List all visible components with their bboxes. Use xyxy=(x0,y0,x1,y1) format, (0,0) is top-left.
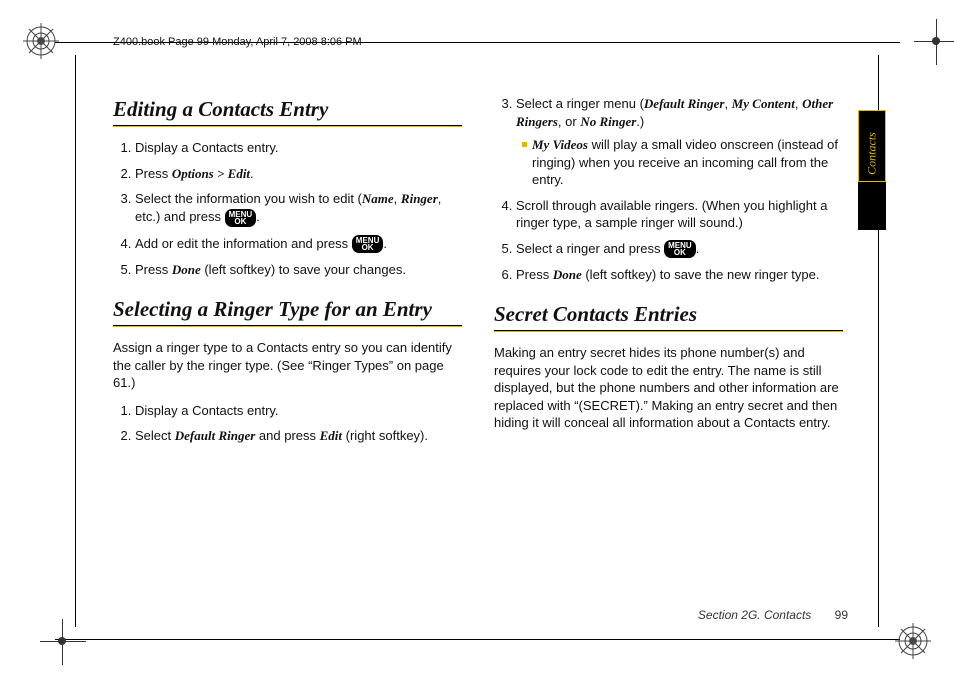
step: Add or edit the information and press ME… xyxy=(135,235,462,254)
intro-ringer: Assign a ringer type to a Contacts entry… xyxy=(113,339,462,392)
page-footer: Section 2G. Contacts 99 xyxy=(698,608,848,622)
footer-page-number: 99 xyxy=(835,608,848,622)
page-body: Editing a Contacts Entry Display a Conta… xyxy=(113,95,843,595)
step: Select a ringer menu (Default Ringer, My… xyxy=(516,95,843,189)
footer-section: Section 2G. Contacts xyxy=(698,608,811,622)
left-column: Editing a Contacts Entry Display a Conta… xyxy=(113,95,462,595)
menu-ok-key-icon: MENU OK xyxy=(664,240,696,258)
menu-ok-key-icon: MENU OK xyxy=(352,235,384,253)
rule xyxy=(113,325,462,327)
heading-secret-contacts: Secret Contacts Entries xyxy=(494,300,843,328)
menu-ok-key-icon: MENU OK xyxy=(225,209,257,227)
step: Select Default Ringer and press Edit (ri… xyxy=(135,427,462,445)
steps-ringer-a: Display a Contacts entry. Select Default… xyxy=(113,402,462,445)
step: Select a ringer and press MENU OK. xyxy=(516,240,843,259)
step: Press Done (left softkey) to save your c… xyxy=(135,261,462,279)
step: Select the information you wish to edit … xyxy=(135,190,462,226)
right-column: Select a ringer menu (Default Ringer, My… xyxy=(494,95,843,595)
steps-ringer-b: Select a ringer menu (Default Ringer, My… xyxy=(494,95,843,284)
section-tab-label: Contacts xyxy=(865,132,880,175)
step: Press Done (left softkey) to save the ne… xyxy=(516,266,843,284)
rule xyxy=(113,125,462,127)
step: Display a Contacts entry. xyxy=(135,139,462,157)
section-tab: Contacts xyxy=(858,110,886,230)
step: Scroll through available ringers. (When … xyxy=(516,197,843,232)
heading-editing-contacts: Editing a Contacts Entry xyxy=(113,95,462,123)
rule xyxy=(494,330,843,332)
frame-header: Z400.book Page 99 Monday, April 7, 2008 … xyxy=(113,36,362,48)
sub-bullet: My Videos will play a small video onscre… xyxy=(522,136,843,189)
step: Press Options > Edit. xyxy=(135,165,462,183)
steps-editing: Display a Contacts entry. Press Options … xyxy=(113,139,462,278)
secret-body: Making an entry secret hides its phone n… xyxy=(494,344,843,432)
step: Display a Contacts entry. xyxy=(135,402,462,420)
heading-ringer-type: Selecting a Ringer Type for an Entry xyxy=(113,295,462,323)
